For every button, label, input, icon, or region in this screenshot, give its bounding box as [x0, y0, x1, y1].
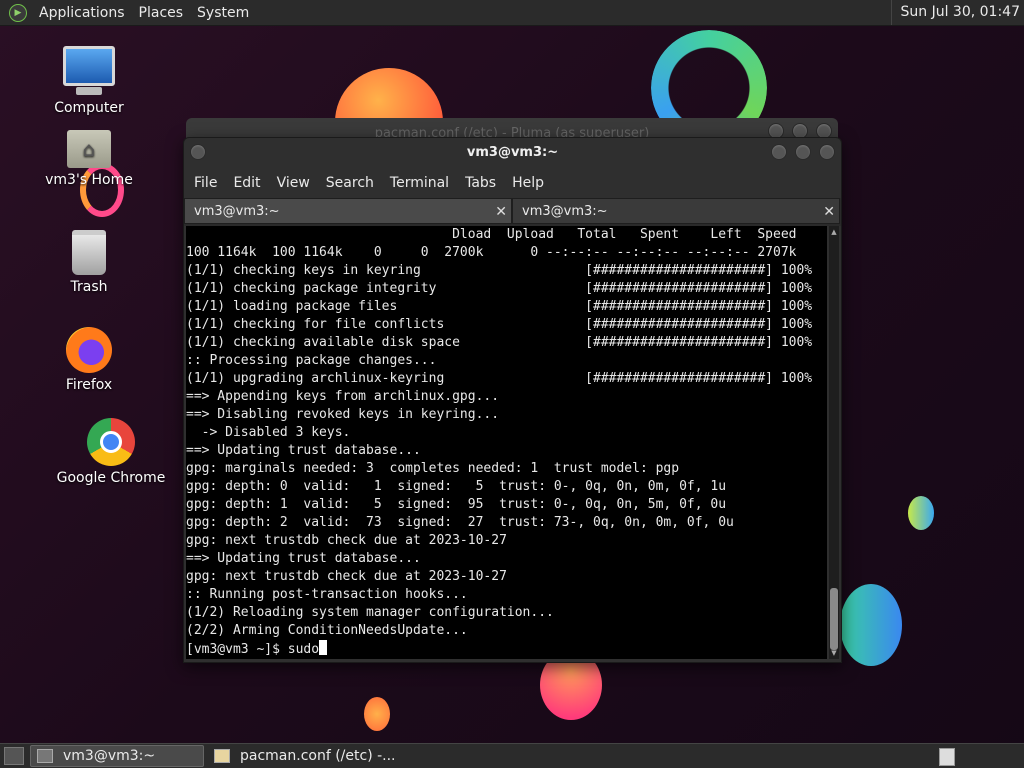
tab-terminal-2[interactable]: vm3@vm3:~ ✕ [512, 198, 840, 224]
desktop-icon-label: Google Chrome [56, 470, 166, 486]
close-tab-icon[interactable]: ✕ [823, 199, 835, 225]
terminal-line: (1/1) checking available disk space [###… [186, 335, 813, 350]
terminal-line: gpg: depth: 1 valid: 5 signed: 95 trust:… [186, 497, 727, 512]
terminal-line: Dload Upload Total Spent Left Speed [186, 227, 797, 242]
tab-terminal-1[interactable]: vm3@vm3:~ ✕ [184, 198, 512, 224]
terminal-line: ==> Disabling revoked keys in keyring... [186, 407, 500, 422]
desktop-icon-label: vm3's Home [45, 172, 133, 188]
title-bar[interactable]: vm3@vm3:~ [184, 138, 841, 167]
terminal-icon [37, 749, 53, 763]
taskbar-item-pluma[interactable]: pacman.conf (/etc) -... [208, 746, 402, 766]
terminal-window[interactable]: vm3@vm3:~ File Edit View Search Terminal… [183, 137, 842, 663]
home-folder-icon: ⌂ [67, 130, 111, 168]
terminal-line: gpg: depth: 2 valid: 73 signed: 27 trust… [186, 515, 734, 530]
show-desktop-icon[interactable] [4, 747, 24, 765]
menu-help[interactable]: Help [504, 175, 552, 191]
terminal-prompt[interactable]: [vm3@vm3 ~]$ sudo [186, 640, 827, 658]
terminal-line: ==> Updating trust database... [186, 443, 421, 458]
tab-label: vm3@vm3:~ [194, 204, 280, 219]
close-tab-icon[interactable]: ✕ [495, 199, 507, 225]
menu-system[interactable]: System [191, 5, 257, 21]
terminal-line: (2/2) Arming ConditionNeedsUpdate... [186, 623, 468, 638]
terminal-line: gpg: next trustdb check due at 2023-10-2… [186, 569, 507, 584]
terminal-line: :: Processing package changes... [186, 353, 437, 368]
scrollbar-thumb[interactable] [830, 588, 838, 650]
terminal-line: (1/1) checking keys in keyring [########… [186, 263, 813, 278]
menu-terminal[interactable]: Terminal [382, 175, 457, 191]
bottom-panel: vm3@vm3:~ pacman.conf (/etc) -... [0, 743, 1024, 768]
window-title: vm3@vm3:~ [466, 145, 559, 160]
wallpaper-shape [364, 697, 390, 731]
firefox-icon [66, 327, 112, 373]
terminal-line: (1/1) loading package files [###########… [186, 299, 813, 314]
maximize-button[interactable] [795, 144, 811, 160]
desktop-icon-label: Firefox [65, 377, 113, 393]
desktop-icon-computer[interactable]: Computer [34, 46, 144, 116]
wallpaper-shape [908, 496, 934, 530]
desktop-icon-firefox[interactable]: Firefox [34, 327, 144, 393]
menu-applications[interactable]: Applications [33, 5, 133, 21]
prompt-text: [vm3@vm3 ~]$ sudo [186, 642, 320, 657]
tab-label: vm3@vm3:~ [522, 204, 608, 219]
terminal-line: gpg: depth: 0 valid: 1 signed: 5 trust: … [186, 479, 727, 494]
scrollbar[interactable]: ▲ ▼ [829, 226, 839, 659]
workspace-switcher[interactable] [939, 748, 955, 766]
wallpaper-shape [840, 584, 902, 666]
minimize-button[interactable] [771, 144, 787, 160]
terminal-line: (1/2) Reloading system manager configura… [186, 605, 554, 620]
menu-file[interactable]: File [186, 175, 225, 191]
scroll-down-icon[interactable]: ▼ [829, 649, 839, 657]
close-button[interactable] [819, 144, 835, 160]
taskbar-label: pacman.conf (/etc) -... [240, 748, 396, 764]
menu-search[interactable]: Search [318, 175, 382, 191]
terminal-line: 100 1164k 100 1164k 0 0 2700k 0 --:--:--… [186, 245, 797, 260]
menu-places[interactable]: Places [133, 5, 192, 21]
top-panel: ▶ Applications Places System Sun Jul 30,… [0, 0, 1024, 26]
mate-logo-icon[interactable]: ▶ [9, 3, 27, 22]
desktop-icon-chrome[interactable]: Google Chrome [56, 418, 166, 486]
menu-bar: File Edit View Search Terminal Tabs Help [184, 167, 841, 198]
tab-bar: vm3@vm3:~ ✕ vm3@vm3:~ ✕ [184, 198, 841, 226]
chrome-icon [87, 418, 135, 466]
taskbar-item-terminal[interactable]: vm3@vm3:~ [30, 745, 204, 767]
terminal-line: :: Running post-transaction hooks... [186, 587, 468, 602]
terminal-line: gpg: next trustdb check due at 2023-10-2… [186, 533, 507, 548]
terminal-output[interactable]: Dload Upload Total Spent Left Speed 100 1… [186, 226, 827, 659]
scroll-up-icon[interactable]: ▲ [829, 228, 839, 236]
desktop-icon-trash[interactable]: Trash [34, 230, 144, 295]
menu-view[interactable]: View [269, 175, 318, 191]
computer-icon [63, 46, 115, 95]
terminal-line: (1/1) checking package integrity [######… [186, 281, 813, 296]
clock[interactable]: Sun Jul 30, 01:47 [890, 0, 1024, 25]
menu-edit[interactable]: Edit [225, 175, 268, 191]
desktop-icon-home[interactable]: ⌂ vm3's Home [34, 130, 144, 188]
desktop-icon-label: Computer [54, 100, 124, 116]
text-editor-icon [214, 749, 230, 763]
terminal-line: gpg: marginals needed: 3 completes neede… [186, 461, 680, 476]
text-cursor [319, 640, 328, 655]
trash-icon [72, 230, 106, 275]
terminal-line: (1/1) upgrading archlinux-keyring [#####… [186, 371, 813, 386]
desktop-icon-label: Trash [70, 279, 108, 295]
menu-tabs[interactable]: Tabs [457, 175, 504, 191]
terminal-line: ==> Updating trust database... [186, 551, 421, 566]
taskbar-label: vm3@vm3:~ [63, 748, 156, 764]
terminal-line: (1/1) checking for file conflicts [#####… [186, 317, 813, 332]
terminal-line: ==> Appending keys from archlinux.gpg... [186, 389, 500, 404]
terminal-line: -> Disabled 3 keys. [186, 425, 351, 440]
